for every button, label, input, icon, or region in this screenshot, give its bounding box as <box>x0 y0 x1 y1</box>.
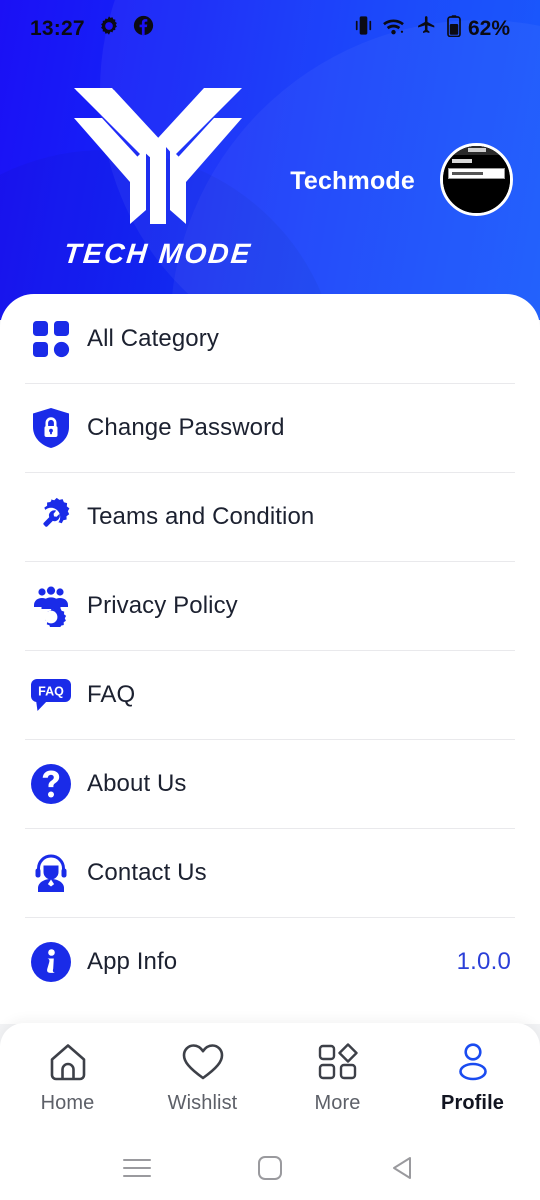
menu-item-label: About Us <box>87 770 187 797</box>
faq-bubble-icon: FAQ <box>25 669 77 721</box>
status-bar-left: 13:27 <box>30 15 154 42</box>
grid-category-icon <box>25 313 77 365</box>
heart-icon <box>181 1041 225 1083</box>
grid-more-icon <box>318 1041 358 1083</box>
menu-item-label: Contact Us <box>87 859 207 886</box>
menu-item-about-us[interactable]: About Us <box>25 739 515 828</box>
back-triangle-icon[interactable] <box>373 1138 433 1198</box>
status-time: 13:27 <box>30 16 85 40</box>
app-screen: 13:27 62% TECH MODE Techmode All Categor… <box>0 0 540 1200</box>
avatar-image <box>443 146 510 213</box>
battery-icon <box>447 14 461 42</box>
menu-item-teams-and-condition[interactable]: Teams and Condition <box>25 472 515 561</box>
profile-header: 13:27 62% TECH MODE Techmode <box>0 0 540 320</box>
vibrate-icon <box>355 15 372 41</box>
logo-wordmark: TECH MODE <box>62 238 254 269</box>
user-avatar[interactable] <box>440 143 513 216</box>
nav-tab-label: More <box>314 1092 361 1114</box>
app-version-value: 1.0.0 <box>456 948 511 975</box>
gear-wrench-icon <box>25 491 77 543</box>
status-bar-right: 62% <box>355 14 510 42</box>
menu-item-label: App Info <box>87 948 178 975</box>
nav-tab-label: Profile <box>441 1092 504 1114</box>
status-bar: 13:27 62% <box>0 0 540 56</box>
nav-tab-profile[interactable]: Profile <box>405 1023 540 1115</box>
menu-item-faq[interactable]: FAQ FAQ <box>25 650 515 739</box>
airplane-mode-icon <box>415 15 437 41</box>
nav-tab-more[interactable]: More <box>270 1023 405 1115</box>
techmode-logo-mark <box>74 88 242 224</box>
app-logo: TECH MODE <box>58 78 258 270</box>
profile-menu-card: All Category Change Password Teams and C… <box>0 294 540 1024</box>
settings-gear-icon <box>98 15 120 42</box>
profile-menu-list: All Category Change Password Teams and C… <box>0 294 540 1006</box>
menu-item-app-info[interactable]: App Info 1.0.0 <box>25 917 515 1006</box>
person-icon <box>453 1041 493 1083</box>
menu-item-change-password[interactable]: Change Password <box>25 383 515 472</box>
battery-percentage: 62% <box>467 16 510 40</box>
question-circle-icon <box>25 758 77 810</box>
menu-item-label: All Category <box>87 324 219 352</box>
nav-tab-label: Wishlist <box>167 1092 238 1114</box>
menu-item-label: Teams and Condition <box>87 503 315 530</box>
menu-item-privacy-policy[interactable]: Privacy Policy <box>25 561 515 650</box>
brand-name: Techmode <box>290 167 415 195</box>
nav-tab-wishlist[interactable]: Wishlist <box>135 1023 270 1115</box>
people-gear-icon <box>25 580 77 632</box>
menu-item-contact-us[interactable]: Contact Us <box>25 828 515 917</box>
home-icon <box>47 1041 89 1083</box>
svg-text:FAQ: FAQ <box>38 685 64 699</box>
nav-tab-label: Home <box>40 1092 95 1114</box>
menu-item-all-category[interactable]: All Category <box>25 294 515 383</box>
wifi-icon <box>382 16 405 41</box>
menu-item-label: Privacy Policy <box>87 592 238 619</box>
bottom-navigation-bar: Home Wishlist More Profile <box>0 1023 540 1135</box>
menu-item-label: Change Password <box>87 414 285 441</box>
headset-support-icon <box>25 847 77 899</box>
nav-tab-home[interactable]: Home <box>0 1023 135 1115</box>
home-square-icon[interactable] <box>240 1138 300 1198</box>
info-circle-icon <box>25 936 77 988</box>
recents-icon[interactable] <box>107 1138 167 1198</box>
android-system-nav <box>0 1135 540 1200</box>
menu-item-label: FAQ <box>87 681 136 708</box>
shield-lock-icon <box>25 402 77 454</box>
facebook-icon <box>133 15 154 41</box>
